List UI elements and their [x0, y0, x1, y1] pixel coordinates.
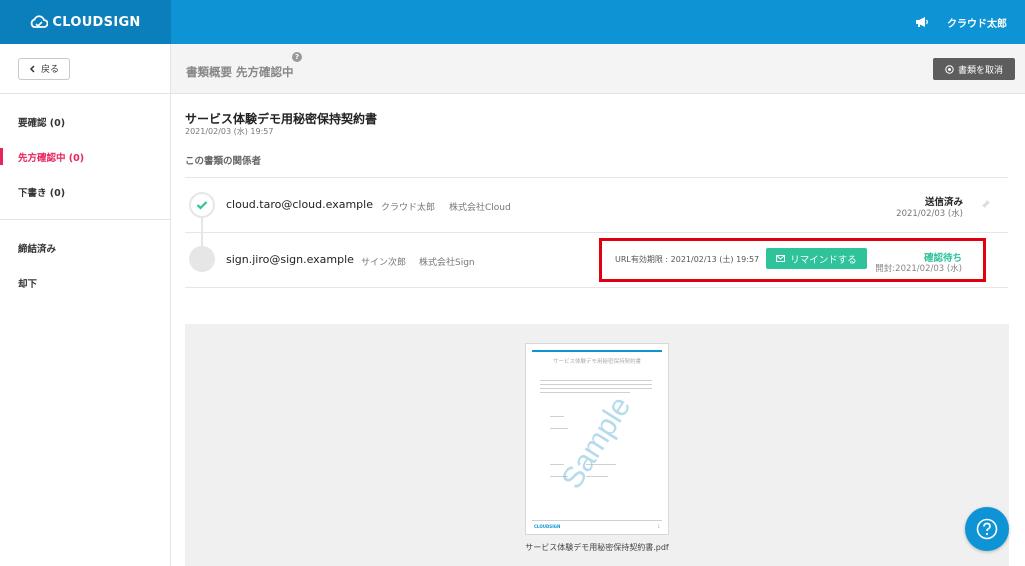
thumbnail-title: サービス体験デモ用秘密保持契約書 — [552, 359, 641, 365]
cancel-document-button[interactable]: 書類を取消 — [933, 58, 1015, 80]
cancel-circle-icon — [945, 64, 954, 74]
envelope-icon — [776, 255, 786, 262]
remind-button[interactable]: リマインドする — [766, 248, 867, 269]
check-icon — [196, 201, 208, 210]
document-preview: サービス体験デモ用秘密保持契約書 Sample CLOUDSIGN 1 サービス… — [185, 324, 1009, 566]
help-icon[interactable]: ? — [292, 52, 302, 62]
status-date: 2021/02/03 (水) — [896, 209, 963, 219]
back-button-label: 戻る — [40, 65, 59, 75]
participant-company: 株式会社Cloud — [449, 203, 511, 213]
participant-company: 株式会社Sign — [419, 258, 475, 268]
divider — [185, 177, 1008, 178]
megaphone-icon[interactable] — [915, 16, 929, 28]
sidebar-item-concluded[interactable]: 締結済み — [0, 230, 170, 265]
cloud-sign-logo-icon — [31, 15, 49, 28]
remind-button-label: リマインドする — [790, 254, 857, 266]
sidebar: 戻る 要確認 (0) 先方確認中 (0) 下書き (0) 締結済み 却下 — [0, 44, 171, 566]
participants-heading: この書類の関係者 — [185, 156, 262, 167]
divider — [185, 232, 1008, 233]
thumbnail-page-number: 1 — [657, 524, 660, 529]
pending-step-marker — [189, 246, 215, 272]
url-expiry: URL有効期限 : 2021/02/13 (土) 19:57 — [615, 255, 760, 264]
file-name[interactable]: サービス体験デモ用秘密保持契約書.pdf — [185, 542, 1009, 553]
page-title: 書類概要 先方確認中 — [186, 65, 294, 79]
back-button[interactable]: 戻る — [18, 57, 70, 80]
top-bar: CLOUDSIGN クラウド太郎 — [0, 0, 1025, 44]
participant-email: sign.jiro@sign.example — [226, 253, 354, 266]
pdf-thumbnail[interactable]: サービス体験デモ用秘密保持契約書 Sample CLOUDSIGN 1 — [525, 343, 669, 535]
sidebar-item-rejected[interactable]: 却下 — [0, 265, 170, 300]
document-date: 2021/02/03 (水) 19:57 — [185, 127, 274, 136]
document-detail: サービス体験デモ用秘密保持契約書 2021/02/03 (水) 19:57 この… — [171, 94, 1025, 566]
sidebar-item-awaiting-counterparty[interactable]: 先方確認中 (0) — [0, 139, 170, 174]
participant-email: cloud.taro@cloud.example — [226, 198, 373, 211]
opened-date: 開封:2021/02/03 (水) — [875, 264, 962, 274]
sidebar-item-needs-confirmation[interactable]: 要確認 (0) — [0, 104, 170, 139]
question-icon — [976, 518, 998, 540]
status-badge: 送信済み — [924, 197, 963, 208]
pin-icon[interactable] — [981, 199, 991, 209]
cancel-document-label: 書類を取消 — [957, 65, 1003, 76]
chevron-left-icon — [29, 64, 35, 73]
brand-name: CLOUDSIGN — [52, 14, 141, 30]
logo[interactable]: CLOUDSIGN — [0, 0, 171, 44]
user-menu[interactable]: クラウド太郎 — [947, 15, 1007, 30]
thumbnail-footer-brand: CLOUDSIGN — [534, 524, 561, 529]
sample-watermark: Sample — [555, 390, 638, 495]
divider — [185, 287, 1008, 288]
participant-name: サイン次郎 — [361, 258, 407, 268]
sidebar-item-drafts[interactable]: 下書き (0) — [0, 174, 170, 209]
participant-name: クラウド太郎 — [381, 203, 436, 213]
document-title: サービス体験デモ用秘密保持契約書 — [185, 112, 378, 126]
help-button[interactable] — [965, 507, 1009, 551]
completed-step-marker — [189, 192, 215, 218]
main-panel: 書類概要 先方確認中 ? 書類を取消 サービス体験デモ用秘密保持契約書 2021… — [171, 44, 1025, 566]
